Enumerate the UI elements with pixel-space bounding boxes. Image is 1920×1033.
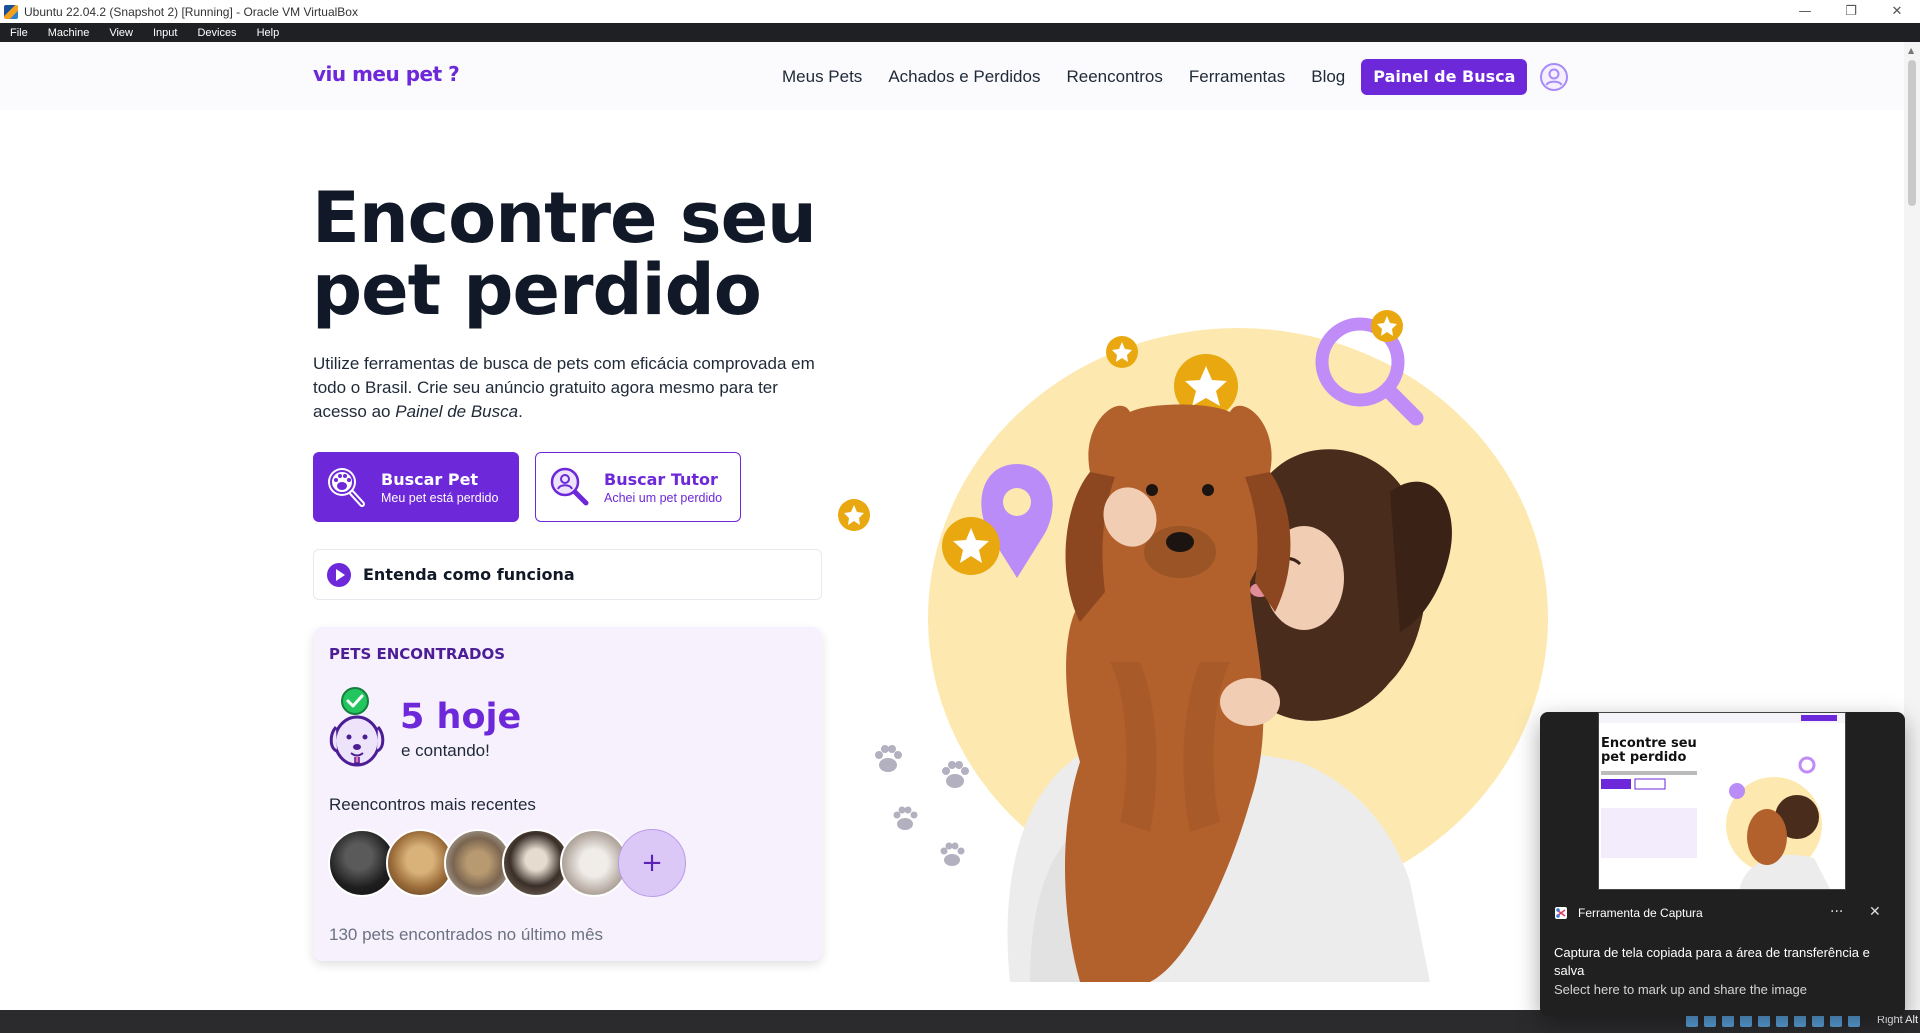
site-header: viu meu pet ? Meus Pets Achados e Perdid… (0, 42, 1920, 110)
how-it-works-label: Entenda como funciona (363, 565, 575, 584)
more-options-icon[interactable]: ··· (1830, 904, 1843, 920)
menu-devices[interactable]: Devices (197, 27, 236, 39)
star-badge-icon (1371, 310, 1403, 342)
how-it-works-button[interactable]: Entenda como funciona (313, 549, 822, 600)
buscar-pet-title: Buscar Pet (381, 469, 479, 489)
hero-desc-main: Utilize ferramentas de busca de pets com… (313, 354, 815, 421)
hero-title: Encontre seu pet perdido (312, 182, 872, 326)
hero-illustration (838, 310, 1548, 982)
vm-title-bar: Ubuntu 22.04.2 (Snapshot 2) [Running] - … (0, 0, 1920, 23)
person-search-icon (550, 467, 589, 506)
paw-search-icon (328, 468, 365, 507)
nav-blog[interactable]: Blog (1311, 67, 1345, 87)
restore-icon[interactable]: ❐ (1828, 0, 1874, 23)
recording-status-icon[interactable] (1812, 1015, 1824, 1027)
buscar-pet-text: Buscar Pet Meu pet está perdido (381, 470, 498, 505)
menu-machine[interactable]: Machine (48, 27, 90, 39)
buscar-tutor-title: Buscar Tutor (604, 469, 718, 489)
menu-input[interactable]: Input (153, 27, 177, 39)
hdd-status-icon[interactable] (1686, 1015, 1698, 1027)
nav-meus-pets[interactable]: Meus Pets (782, 67, 862, 87)
close-icon[interactable]: ✕ (1874, 0, 1920, 23)
nav-ferramentas[interactable]: Ferramentas (1189, 67, 1285, 87)
pets-found-heading: PETS ENCONTRADOS (329, 645, 506, 663)
optical-status-icon[interactable] (1704, 1015, 1716, 1027)
nav-achados-perdidos[interactable]: Achados e Perdidos (888, 67, 1040, 87)
hero-desc-emphasis: Painel de Busca (395, 402, 519, 421)
star-badge-icon (1106, 336, 1138, 368)
buscar-pet-subtitle: Meu pet está perdido (381, 490, 499, 505)
monthly-found-count: 130 pets encontrados no último mês (329, 925, 604, 944)
menu-file[interactable]: File (10, 27, 28, 39)
hero-title-line-2: pet perdido (312, 249, 762, 331)
scrollbar-thumb[interactable] (1908, 60, 1916, 206)
snip-message: Captura de tela copiada para a área de t… (1554, 945, 1870, 978)
site-logo[interactable]: viu meu pet ? (313, 62, 460, 86)
menu-help[interactable]: Help (257, 27, 280, 39)
vm-status-icons (1680, 1015, 1860, 1027)
snipping-tool-icon (1555, 907, 1567, 919)
window-title: Ubuntu 22.04.2 (Snapshot 2) [Running] - … (24, 4, 358, 19)
buscar-tutor-subtitle: Achei um pet perdido (604, 490, 723, 505)
user-circle-icon[interactable] (1539, 62, 1569, 92)
snip-app-name: Ferramenta de Captura (1578, 906, 1703, 920)
found-today-count: 5 hoje (400, 697, 522, 737)
mouse-status-icon[interactable] (1848, 1015, 1860, 1027)
close-icon[interactable]: ✕ (1869, 904, 1881, 920)
buscar-tutor-button[interactable]: Buscar Tutor Achei um pet perdido (535, 452, 741, 522)
pets-found-card: PETS ENCONTRADOS 5 hoje e contando! Reen… (313, 627, 822, 961)
audio-status-icon[interactable] (1722, 1015, 1734, 1027)
paw-prints (875, 745, 969, 866)
hero-description: Utilize ferramentas de busca de pets com… (313, 352, 833, 424)
screenshot-thumbnail[interactable]: Encontre seu pet perdido (1598, 712, 1846, 890)
snip-app-row: Ferramenta de Captura (1554, 906, 1703, 920)
main-nav: Meus Pets Achados e Perdidos Reencontros… (782, 56, 1569, 98)
minimize-icon[interactable]: — (1782, 0, 1828, 23)
vm-menu-bar: File Machine View Input Devices Help (0, 23, 1920, 42)
hero-desc-end: . (518, 402, 523, 421)
window-controls: — ❐ ✕ (1782, 0, 1920, 23)
usb-status-icon[interactable] (1758, 1015, 1770, 1027)
virtualbox-icon (4, 4, 18, 19)
recent-reunions-label: Reencontros mais recentes (329, 795, 536, 814)
painel-de-busca-button[interactable]: Painel de Busca (1361, 59, 1528, 95)
play-icon (327, 562, 351, 587)
scroll-up-icon[interactable]: ▲ (1908, 46, 1914, 55)
page-scrollbar[interactable]: ▲ (1904, 42, 1920, 1010)
buscar-pet-button[interactable]: Buscar Pet Meu pet está perdido (313, 452, 519, 522)
display-status-icon[interactable] (1794, 1015, 1806, 1027)
more-reunions-button[interactable]: + (618, 829, 686, 897)
thumbnail-illustration (1599, 713, 1845, 889)
dog-check-icon (329, 687, 385, 767)
network-status-icon[interactable] (1740, 1015, 1752, 1027)
counting-label: e contando! (401, 741, 490, 760)
hero-title-line-1: Encontre seu (312, 177, 817, 259)
menu-view[interactable]: View (109, 27, 133, 39)
buscar-tutor-text: Buscar Tutor Achei um pet perdido (604, 470, 722, 505)
snip-notification[interactable]: Encontre seu pet perdido Ferramenta de C… (1540, 712, 1905, 1016)
nav-reencontros[interactable]: Reencontros (1066, 67, 1162, 87)
snip-hint[interactable]: Select here to mark up and share the ima… (1554, 982, 1807, 997)
cpu-status-icon[interactable] (1830, 1015, 1842, 1027)
shared-folder-status-icon[interactable] (1776, 1015, 1788, 1027)
star-badge-icon (942, 517, 1000, 575)
star-badge-icon (838, 499, 870, 531)
